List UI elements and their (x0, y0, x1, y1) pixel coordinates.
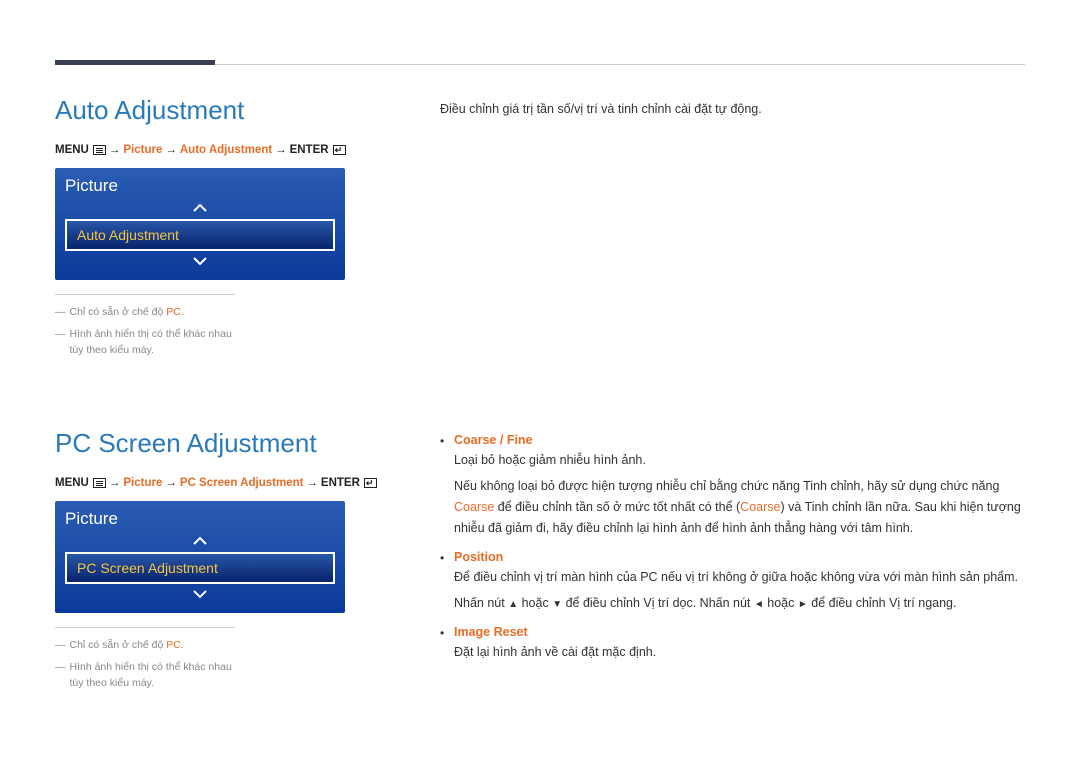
arrow-icon: → (109, 144, 121, 156)
bullet-content: Coarse / Fine Loại bỏ hoặc giảm nhiễu hì… (454, 430, 1025, 543)
bullet-dot: • (440, 430, 446, 543)
bullet-heading-image-reset: Image Reset (454, 622, 1025, 642)
auto-description: Điều chỉnh giá trị tần số/vị trí và tinh… (440, 99, 1025, 120)
footnote-suffix: . (181, 306, 184, 318)
enter-icon (364, 478, 377, 488)
bullet-list-pc: • Coarse / Fine Loại bỏ hoặc giảm nhiễu … (440, 430, 1025, 667)
coarse-fine-p2: Nếu không loại bỏ được hiện tượng nhiễu … (454, 476, 1025, 540)
osd-title-pc: Picture (65, 509, 335, 529)
osd-up-arrow (65, 200, 335, 217)
dash-icon: ― (55, 638, 66, 654)
dash-icon: ― (55, 660, 66, 692)
left-column-pc: PC Screen Adjustment MENU → Picture → PC… (55, 428, 400, 731)
osd-selected-pc: PC Screen Adjustment (65, 552, 335, 584)
bullet-dot: • (440, 622, 446, 667)
footnote-text: Chỉ có sẵn ở chế độ PC. (70, 638, 184, 654)
bullet-content: Image Reset Đặt lại hình ảnh về cài đặt … (454, 622, 1025, 667)
p2d: hoặc (764, 596, 798, 610)
bullet-heading-coarse-fine: Coarse / Fine (454, 430, 1025, 450)
header-accent-bar (55, 60, 215, 65)
breadcrumb-auto-adjustment: Auto Adjustment (180, 144, 272, 156)
bullet-image-reset: • Image Reset Đặt lại hình ảnh về cài đặ… (440, 622, 1025, 667)
p2b: hoặc (518, 596, 552, 610)
footnote-text: Chỉ có sẵn ở chế độ PC. (70, 305, 184, 321)
breadcrumb-picture: Picture (123, 477, 162, 489)
osd-panel-auto: Picture Auto Adjustment (55, 168, 345, 280)
heading-coarse: Coarse (454, 433, 496, 447)
position-p1: Để điều chỉnh vị trí màn hình của PC nếu… (454, 567, 1025, 588)
triangle-right-icon: ► (798, 596, 808, 613)
footnote-text: Hình ảnh hiển thị có thể khác nhau tùy t… (70, 660, 236, 692)
footnote-image-vary-pc: ― Hình ảnh hiển thị có thể khác nhau tùy… (55, 660, 235, 692)
dash-icon: ― (55, 305, 66, 321)
p2b-coarse: Coarse (454, 500, 494, 514)
section-title-pc: PC Screen Adjustment (55, 428, 400, 459)
bullet-position: • Position Để điều chỉnh vị trí màn hình… (440, 547, 1025, 618)
footnote-prefix: Chỉ có sẵn ở chế độ (70, 639, 167, 651)
footnote-text: Hình ảnh hiển thị có thể khác nhau tùy t… (70, 327, 236, 359)
menu-icon (93, 145, 106, 155)
dash-icon: ― (55, 327, 66, 359)
p2c: để điều chỉnh Vị trí dọc. Nhấn nút (562, 596, 754, 610)
arrow-icon: → (109, 477, 121, 489)
breadcrumb-pc-screen-adjustment: PC Screen Adjustment (180, 477, 304, 489)
p2d-coarse: Coarse (740, 500, 780, 514)
breadcrumb-menu-label: MENU (55, 144, 89, 156)
arrow-icon: → (275, 144, 287, 156)
footnote-suffix: . (181, 639, 184, 651)
footnote-image-vary-auto: ― Hình ảnh hiển thị có thể khác nhau tùy… (55, 327, 235, 359)
bullet-content: Position Để điều chỉnh vị trí màn hình c… (454, 547, 1025, 618)
heading-sep: / (496, 433, 506, 447)
section-pc-screen-adjustment: PC Screen Adjustment MENU → Picture → PC… (55, 428, 1025, 731)
header-thin-line (215, 64, 1025, 65)
section-title-auto: Auto Adjustment (55, 95, 400, 126)
section-auto-adjustment: Auto Adjustment MENU → Picture → Auto Ad… (55, 95, 1025, 398)
bullet-heading-position: Position (454, 547, 1025, 567)
osd-selected-auto: Auto Adjustment (65, 219, 335, 251)
right-column-auto: Điều chỉnh giá trị tần số/vị trí và tinh… (440, 95, 1025, 398)
osd-panel-pc: Picture PC Screen Adjustment (55, 501, 345, 613)
osd-title-auto: Picture (65, 176, 335, 196)
footnote-pc-only-pc: ― Chỉ có sẵn ở chế độ PC. (55, 638, 235, 654)
footnote-pc-only-auto: ― Chỉ có sẵn ở chế độ PC. (55, 305, 235, 321)
breadcrumb-menu-label: MENU (55, 477, 89, 489)
breadcrumb-picture: Picture (123, 144, 162, 156)
osd-down-arrow (65, 253, 335, 270)
p2a: Nếu không loại bỏ được hiện tượng nhiễu … (454, 479, 999, 493)
triangle-down-icon: ▼ (552, 596, 562, 613)
menu-icon (93, 478, 106, 488)
coarse-fine-p1: Loại bỏ hoặc giảm nhiễu hình ảnh. (454, 450, 1025, 471)
footnotes-auto: ― Chỉ có sẵn ở chế độ PC. ― Hình ảnh hiể… (55, 294, 235, 358)
left-column-auto: Auto Adjustment MENU → Picture → Auto Ad… (55, 95, 400, 398)
arrow-icon: → (165, 477, 177, 489)
footnote-pc: PC (166, 306, 181, 318)
p2c: để điều chỉnh tần số ở mức tốt nhất có t… (494, 500, 740, 514)
triangle-up-icon: ▲ (508, 596, 518, 613)
bullet-dot: • (440, 547, 446, 618)
p2a: Nhấn nút (454, 596, 508, 610)
breadcrumb-enter-label: ENTER (321, 477, 360, 489)
heading-fine: Fine (507, 433, 533, 447)
right-column-pc: • Coarse / Fine Loại bỏ hoặc giảm nhiễu … (440, 428, 1025, 731)
p2e: để điều chỉnh Vị trí ngang. (808, 596, 957, 610)
enter-icon (333, 145, 346, 155)
image-reset-p: Đặt lại hình ảnh về cài đặt mặc định. (454, 642, 1025, 663)
header-divider (55, 60, 1025, 65)
breadcrumb-pc: MENU → Picture → PC Screen Adjustment → … (55, 477, 400, 489)
arrow-icon: → (165, 144, 177, 156)
breadcrumb-auto: MENU → Picture → Auto Adjustment → ENTER (55, 144, 400, 156)
position-p2: Nhấn nút ▲ hoặc ▼ để điều chỉnh Vị trí d… (454, 593, 1025, 614)
footnotes-pc: ― Chỉ có sẵn ở chế độ PC. ― Hình ảnh hiể… (55, 627, 235, 691)
footnote-pc: PC (166, 639, 181, 651)
breadcrumb-enter-label: ENTER (290, 144, 329, 156)
footnote-prefix: Chỉ có sẵn ở chế độ (70, 306, 167, 318)
osd-down-arrow (65, 586, 335, 603)
arrow-icon: → (306, 477, 318, 489)
triangle-left-icon: ◄ (754, 596, 764, 613)
bullet-coarse-fine: • Coarse / Fine Loại bỏ hoặc giảm nhiễu … (440, 430, 1025, 543)
osd-up-arrow (65, 533, 335, 550)
